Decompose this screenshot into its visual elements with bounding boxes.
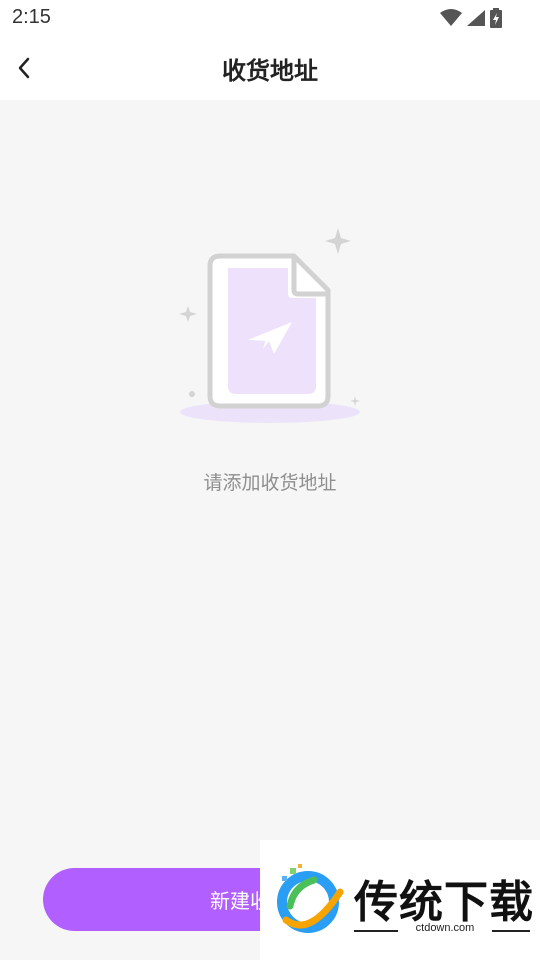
content-area: 请添加收货地址 — [0, 100, 540, 960]
watermark-rule-left — [354, 930, 398, 932]
battery-icon — [490, 8, 502, 28]
brand-logo-icon — [277, 864, 344, 933]
status-time: 2:15 — [12, 6, 51, 28]
wifi-icon — [440, 9, 462, 26]
nav-bar: 收货地址 — [0, 36, 540, 100]
watermark-brand: 传统下载 — [354, 877, 534, 928]
watermark-overlay: 传统下载 ctdown.com — [260, 840, 540, 960]
empty-message: 请添加收货地址 — [203, 472, 337, 494]
signal-icon — [467, 10, 485, 26]
watermark-rule-right — [492, 930, 530, 932]
watermark-domain: ctdown.com — [415, 922, 475, 934]
page-title: 收货地址 — [222, 57, 318, 85]
empty-document-icon — [179, 228, 360, 423]
status-icons — [440, 8, 502, 28]
status-bar: 2:15 — [0, 0, 540, 36]
